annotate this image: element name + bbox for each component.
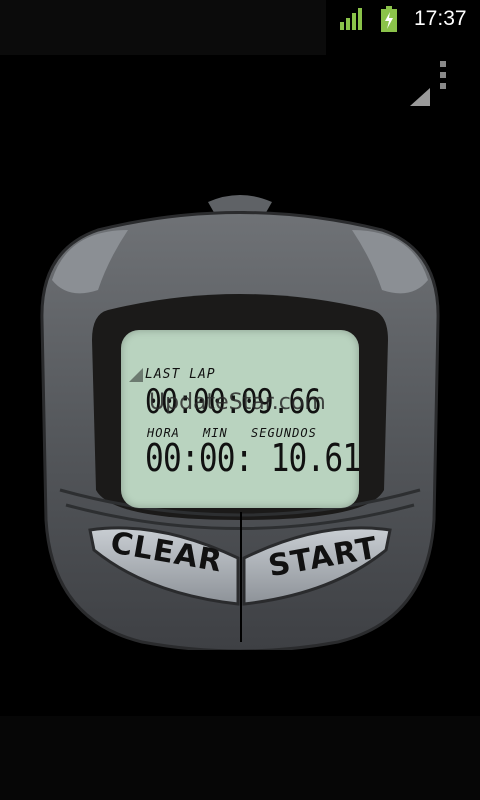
clock-time: 17:37 [414,7,467,30]
notification-area [0,0,326,55]
signal-bars-icon [340,8,362,30]
elapsed-time: 00:00: 10.61 [145,436,361,480]
corner-indicator-icon [410,88,430,106]
overflow-menu-icon[interactable] [437,58,449,92]
lcd-display: LAST LAP 00:00:09.66 UpdateStar.com HORA… [121,330,361,508]
battery-charging-icon [381,6,397,32]
button-divider [240,512,242,642]
watermark-text: UpdateStar.com [149,390,326,415]
last-lap-label: LAST LAP [145,367,216,382]
lap-marker-icon [129,368,143,382]
bottom-bar [0,716,480,800]
status-bar: 17:37 [0,0,480,55]
